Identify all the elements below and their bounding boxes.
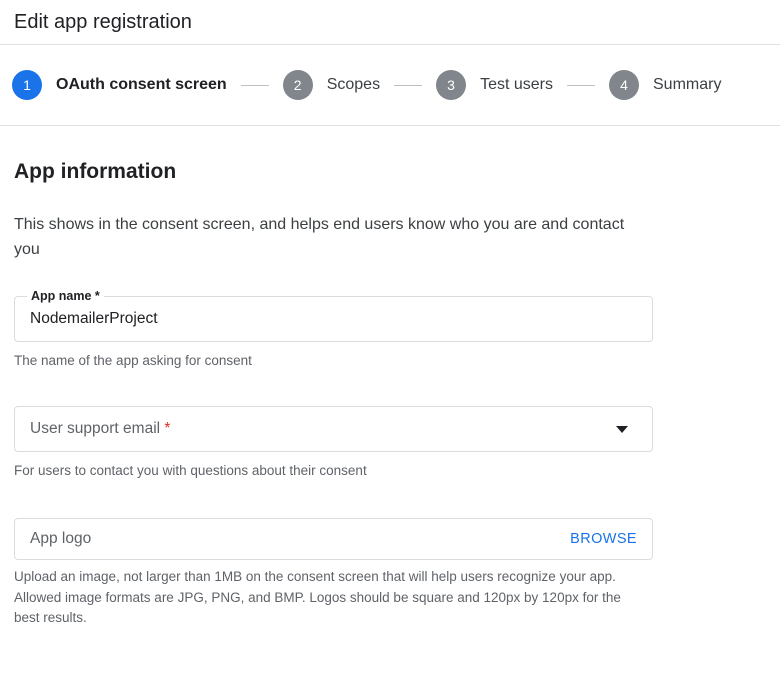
step-connector-2	[394, 85, 422, 86]
wizard-stepper: 1 OAuth consent screen 2 Scopes 3 Test u…	[0, 45, 780, 125]
step-3-test-users[interactable]: 3 Test users	[436, 70, 553, 100]
user-support-email-helper-text: For users to contact you with questions …	[14, 461, 644, 481]
section-description: This shows in the consent screen, and he…	[14, 212, 639, 262]
step-1-number-badge: 1	[12, 70, 42, 100]
step-connector-3	[567, 85, 595, 86]
user-support-email-select[interactable]: User support email *	[14, 406, 653, 452]
app-name-label: App name *	[27, 289, 104, 303]
step-2-number-badge: 2	[283, 70, 313, 100]
app-logo-input[interactable]: App logo BROWSE	[14, 518, 653, 560]
app-logo-placeholder: App logo	[30, 529, 91, 549]
section-title: App information	[14, 158, 766, 186]
step-connector-1	[241, 85, 269, 86]
page-title: Edit app registration	[14, 9, 192, 35]
user-support-email-placeholder: User support email *	[30, 419, 170, 439]
page-header: Edit app registration	[0, 0, 780, 44]
app-information-section: App information This shows in the consen…	[0, 126, 780, 629]
app-name-value: NodemailerProject	[30, 309, 158, 329]
step-3-number-badge: 3	[436, 70, 466, 100]
step-2-scopes[interactable]: 2 Scopes	[283, 70, 380, 100]
browse-button[interactable]: BROWSE	[570, 530, 637, 548]
app-logo-helper-text: Upload an image, not larger than 1MB on …	[14, 567, 642, 629]
app-name-field-group: App name * NodemailerProject The name of…	[14, 296, 766, 371]
step-4-number-badge: 4	[609, 70, 639, 100]
step-2-label: Scopes	[327, 75, 380, 95]
step-3-label: Test users	[480, 75, 553, 95]
step-1-label: OAuth consent screen	[56, 75, 227, 95]
step-4-summary[interactable]: 4 Summary	[609, 70, 721, 100]
step-4-label: Summary	[653, 75, 721, 95]
app-name-input[interactable]: App name * NodemailerProject	[14, 296, 653, 342]
app-name-helper-text: The name of the app asking for consent	[14, 351, 644, 371]
app-logo-field-group: App logo BROWSE Upload an image, not lar…	[14, 518, 766, 629]
user-support-email-field-group: User support email * For users to contac…	[14, 406, 766, 481]
chevron-down-icon[interactable]	[616, 426, 628, 433]
step-1-oauth-consent-screen[interactable]: 1 OAuth consent screen	[12, 70, 227, 100]
